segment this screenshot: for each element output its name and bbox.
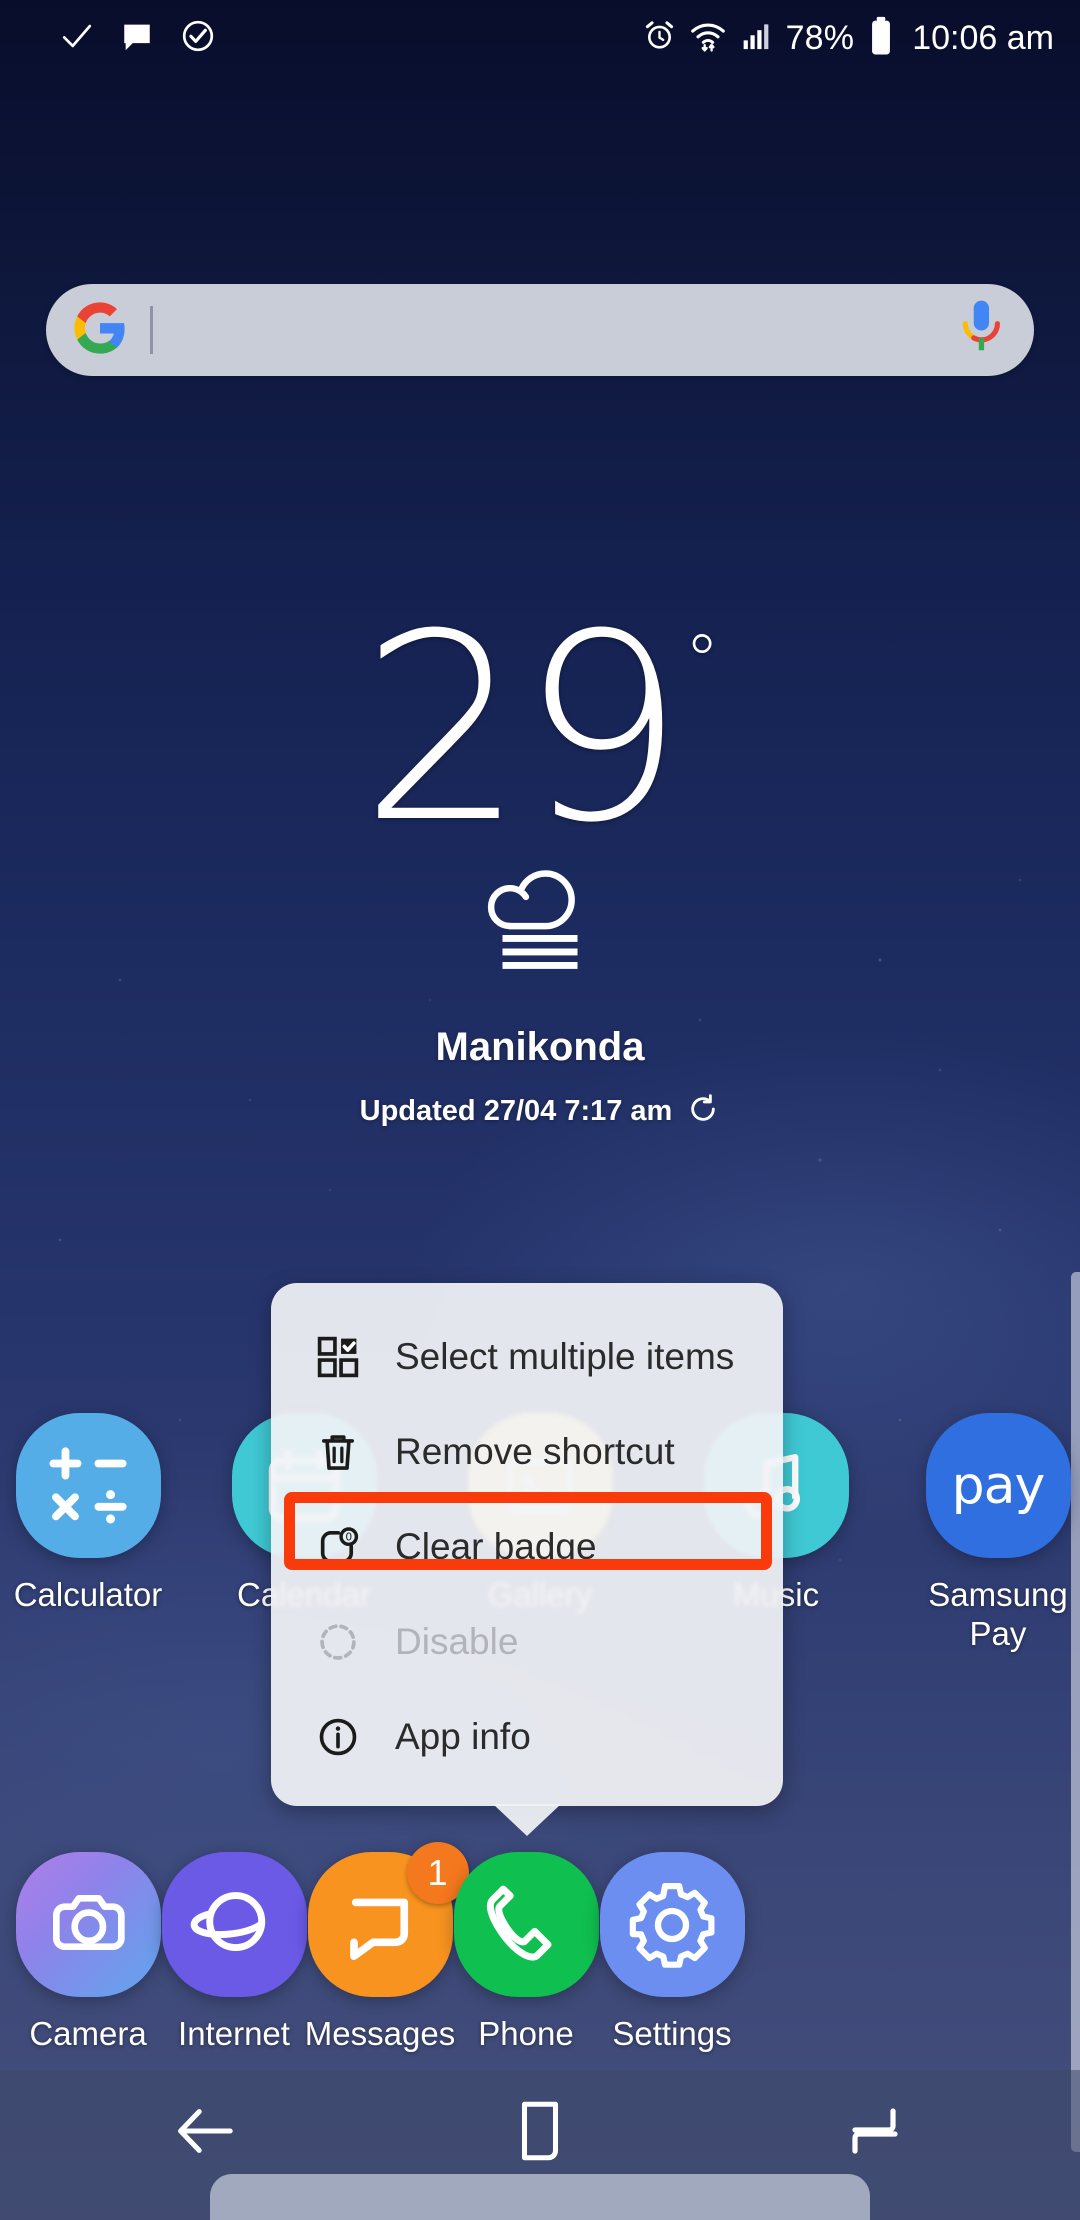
gesture-handle[interactable]: [210, 2174, 870, 2220]
weather-degree-symbol: °: [684, 620, 720, 702]
weather-widget[interactable]: 29 ° Manikonda Updated 27/04 7:17 am: [0, 600, 1080, 1131]
status-bar: 78% 10:06 am: [0, 0, 1080, 76]
status-bar-clock: 10:06 am: [912, 18, 1054, 57]
gear-icon: [599, 1852, 745, 1997]
menu-item-app-info[interactable]: App info: [271, 1689, 783, 1784]
search-input[interactable]: [153, 284, 954, 376]
home-square-icon[interactable]: [495, 2096, 585, 2166]
context-menu-pointer: [493, 1804, 561, 1836]
menu-item-disable: Disable: [271, 1594, 783, 1689]
weather-updated-time: Updated 27/04 7:17 am: [359, 1095, 673, 1127]
app-samsung-pay[interactable]: pay Samsung Pay: [890, 1413, 1080, 1654]
trash-icon: [313, 1427, 363, 1477]
clear-badge-icon: 0: [313, 1522, 363, 1572]
battery-icon: [868, 16, 894, 61]
recents-icon[interactable]: [830, 2096, 920, 2166]
weather-city: Manikonda: [435, 1025, 645, 1069]
samsung-pay-icon: pay: [925, 1413, 1071, 1558]
menu-item-label: Disable: [395, 1620, 519, 1662]
page-indicator-scrollbar[interactable]: [1071, 1272, 1080, 2152]
app-label: Calculator: [13, 1576, 163, 1613]
info-icon: [313, 1712, 363, 1762]
google-g-logo: [72, 300, 128, 361]
menu-item-clear-badge[interactable]: 0 Clear badge: [271, 1499, 783, 1594]
back-arrow-icon[interactable]: [160, 2096, 250, 2166]
message-bubble-icon: [120, 19, 154, 58]
navigation-bar: [0, 2070, 1080, 2220]
app-label: Phone: [478, 2015, 574, 2052]
menu-item-remove-shortcut[interactable]: Remove shortcut: [271, 1404, 783, 1499]
refresh-icon[interactable]: [686, 1092, 720, 1131]
battery-percent: 78%: [785, 18, 855, 57]
menu-item-label: Clear badge: [395, 1525, 597, 1567]
google-mic-icon[interactable]: [954, 297, 1008, 364]
alarm-icon: [643, 19, 676, 57]
signal-icon: [740, 20, 772, 57]
menu-item-label: App info: [395, 1715, 531, 1757]
pay-wordmark: pay: [951, 1455, 1046, 1516]
disable-dashed-circle-icon: [313, 1617, 363, 1667]
app-calculator[interactable]: Calculator: [0, 1413, 196, 1615]
app-label: Samsung Pay: [928, 1576, 1068, 1652]
calculator-icon: [15, 1413, 161, 1558]
menu-item-label: Remove shortcut: [395, 1430, 675, 1472]
app-label: Settings: [612, 2015, 732, 2052]
weather-temperature: 29: [360, 579, 684, 879]
dock-app-settings[interactable]: Settings: [564, 1852, 780, 2054]
fog-haze-icon: [465, 854, 615, 979]
menu-item-label: Select multiple items: [395, 1335, 735, 1377]
check-circle-icon: [180, 18, 216, 59]
weather-updated-row: Updated 27/04 7:17 am: [360, 1092, 721, 1131]
check-icon: [60, 19, 94, 58]
wifi-icon: [690, 19, 726, 58]
menu-item-select-multiple-items[interactable]: Select multiple items: [271, 1309, 783, 1404]
svg-text:0: 0: [345, 1530, 352, 1543]
select-multiple-icon: [313, 1332, 363, 1382]
google-search-bar[interactable]: [46, 284, 1034, 376]
weather-temperature-row: 29 °: [360, 600, 719, 858]
app-context-menu: Select multiple items Remove shortcut 0 …: [271, 1283, 783, 1836]
